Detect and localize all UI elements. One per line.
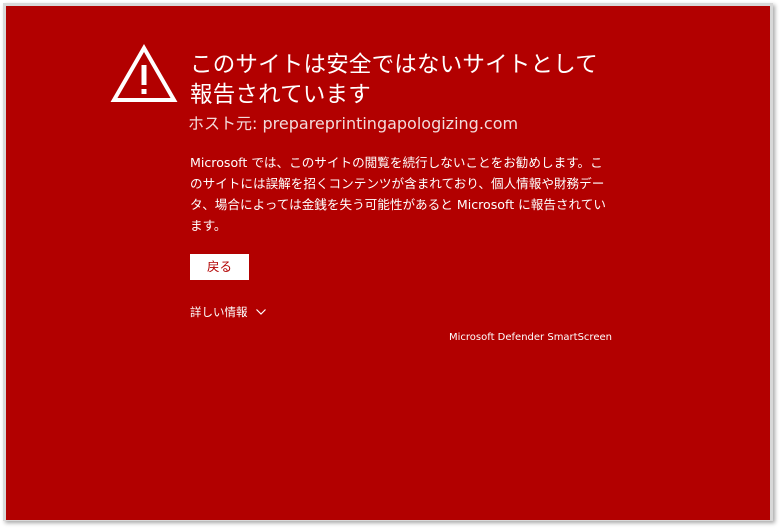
host-line: ホスト元: prepareprintingapologizing.com [188, 114, 518, 134]
warning-description: Microsoft では、このサイトの閲覧を続行しないことをお勧めします。このサ… [190, 155, 606, 233]
smartscreen-brand: Microsoft Defender SmartScreen [449, 332, 612, 343]
host-name: prepareprintingapologizing.com [262, 114, 519, 133]
more-info-label: 詳しい情報 [190, 305, 248, 319]
warning-title: このサイトは安全ではないサイトとして報告されています [190, 52, 598, 108]
host-label: ホスト元: [188, 114, 258, 133]
smartscreen-warning-page: このサイトは安全ではないサイトとして報告されています ホスト元: prepare… [6, 6, 770, 520]
chevron-down-icon [255, 309, 266, 315]
warning-triangle-icon [110, 44, 178, 102]
more-info-toggle[interactable]: 詳しい情報 [190, 304, 267, 320]
back-button[interactable]: 戻る [190, 254, 249, 280]
